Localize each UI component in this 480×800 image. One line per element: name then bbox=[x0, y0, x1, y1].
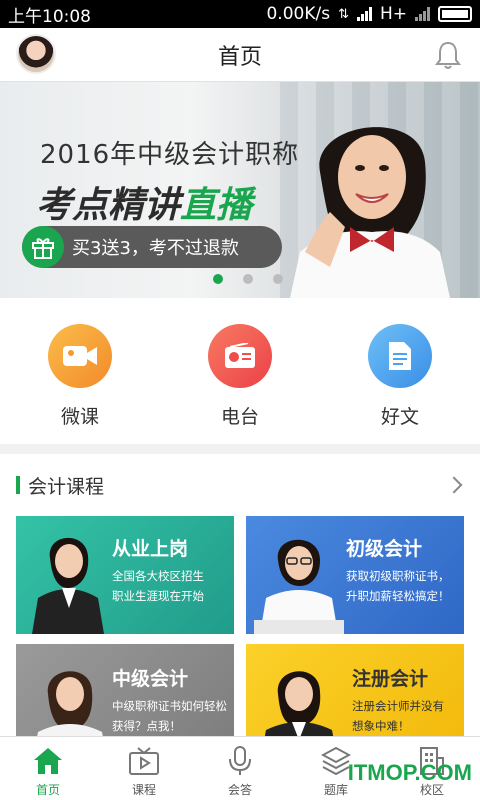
quick-item-articles[interactable]: 好文 bbox=[320, 298, 480, 444]
radio-icon bbox=[208, 324, 272, 388]
tab-courses[interactable]: 课程 bbox=[96, 737, 192, 800]
banner-subheadline-dark: 考点精讲 bbox=[36, 185, 181, 226]
bell-icon[interactable] bbox=[434, 40, 462, 70]
tab-label: 课程 bbox=[131, 783, 156, 797]
quick-menu: 微课 电台 好文 bbox=[0, 298, 480, 444]
video-icon bbox=[48, 324, 112, 388]
course-card-subtitle: 职业生涯现在开始 bbox=[112, 589, 204, 603]
document-icon bbox=[368, 324, 432, 388]
tab-label: 首页 bbox=[35, 783, 60, 797]
banner-subheadline: 考点精讲直播 bbox=[36, 176, 252, 228]
banner-pagination bbox=[0, 274, 480, 284]
status-bar: 上午10:08 0.00K/s ⇅ H+ bbox=[0, 0, 480, 28]
course-card-subtitle: 全国各大校区招生 bbox=[112, 569, 204, 583]
course-card-person-photo bbox=[254, 539, 344, 634]
promo-banner[interactable]: 2016年中级会计职称 考点精讲直播 买3送3，考不过退款 bbox=[0, 82, 480, 298]
tab-label: 题库 bbox=[323, 783, 348, 797]
quick-item-label: 电台 bbox=[220, 406, 259, 428]
course-section: 会计课程 从业上岗 全国各大校区招生 职业生涯现在开始 初级会计 获取初级职称证… bbox=[0, 454, 480, 736]
network-speed: 0.00K/s bbox=[266, 4, 331, 24]
course-card-person-photo bbox=[264, 671, 334, 736]
watermark: ITMOP.COM bbox=[347, 760, 472, 785]
course-card-title: 从业上岗 bbox=[112, 538, 189, 560]
course-card-title: 中级会计 bbox=[112, 668, 189, 690]
tab-answers[interactable]: 会答 bbox=[192, 737, 288, 800]
course-card-junior[interactable]: 初级会计 获取初级职称证书， 升职加薪轻松搞定！ bbox=[246, 516, 464, 634]
quick-item-label: 好文 bbox=[380, 406, 419, 428]
banner-promo-pill: 买3送3，考不过退款 bbox=[22, 226, 282, 268]
course-card-person-photo bbox=[32, 537, 104, 634]
data-transfer-icon: ⇅ bbox=[338, 6, 349, 22]
tv-icon bbox=[128, 745, 160, 777]
pagination-dot-2[interactable] bbox=[243, 274, 253, 284]
section-header[interactable]: 会计课程 bbox=[0, 454, 480, 516]
course-card-subtitle: 中级职称证书如何轻松 bbox=[112, 699, 227, 713]
banner-headline: 2016年中级会计职称 bbox=[40, 140, 300, 170]
course-card-intermediate[interactable]: 中级会计 中级职称证书如何轻松 获得？点我！ bbox=[16, 644, 234, 736]
section-title: 会计课程 bbox=[28, 475, 105, 498]
chevron-right-icon[interactable] bbox=[445, 476, 463, 494]
course-card-cpa[interactable]: 注册会计 注册会计师并没有 想象中难！ bbox=[246, 644, 464, 736]
network-type: H+ bbox=[379, 4, 407, 24]
course-card-subtitle: 注册会计师并没有 bbox=[352, 699, 444, 713]
section-accent-bar bbox=[16, 476, 20, 494]
signal-icon-2 bbox=[415, 7, 430, 21]
course-card-subtitle: 升职加薪轻松搞定！ bbox=[346, 589, 450, 603]
pagination-dot-3[interactable] bbox=[273, 274, 283, 284]
course-card-title: 注册会计 bbox=[352, 668, 429, 690]
page-title: 首页 bbox=[217, 44, 262, 70]
quick-item-label: 微课 bbox=[60, 406, 99, 428]
home-icon bbox=[32, 745, 64, 777]
course-card-title: 初级会计 bbox=[346, 538, 423, 560]
battery-icon bbox=[438, 6, 472, 22]
tab-label: 会答 bbox=[227, 783, 252, 797]
course-card-subtitle: 想象中难！ bbox=[352, 719, 410, 733]
status-right: 0.00K/s ⇅ H+ bbox=[266, 4, 472, 24]
pagination-dot-1[interactable] bbox=[213, 274, 223, 284]
gift-icon bbox=[22, 226, 64, 268]
banner-subheadline-green: 直播 bbox=[180, 185, 253, 226]
tab-home[interactable]: 首页 bbox=[0, 737, 96, 800]
microphone-icon bbox=[224, 745, 256, 777]
course-card-subtitle: 获得？点我！ bbox=[112, 719, 181, 733]
quick-item-radio[interactable]: 电台 bbox=[160, 298, 320, 444]
banner-model-photo bbox=[290, 127, 450, 298]
signal-icon bbox=[356, 7, 372, 21]
course-card-entry[interactable]: 从业上岗 全国各大校区招生 职业生涯现在开始 bbox=[16, 516, 234, 634]
avatar[interactable] bbox=[16, 34, 56, 74]
quick-item-microlesson[interactable]: 微课 bbox=[0, 298, 160, 444]
status-time: 上午10:08 bbox=[8, 6, 91, 27]
course-card-subtitle: 获取初级职称证书， bbox=[346, 569, 450, 583]
app-header: 首页 bbox=[0, 28, 480, 82]
course-card-person-photo bbox=[37, 671, 103, 736]
banner-promo-text: 买3送3，考不过退款 bbox=[72, 238, 239, 259]
